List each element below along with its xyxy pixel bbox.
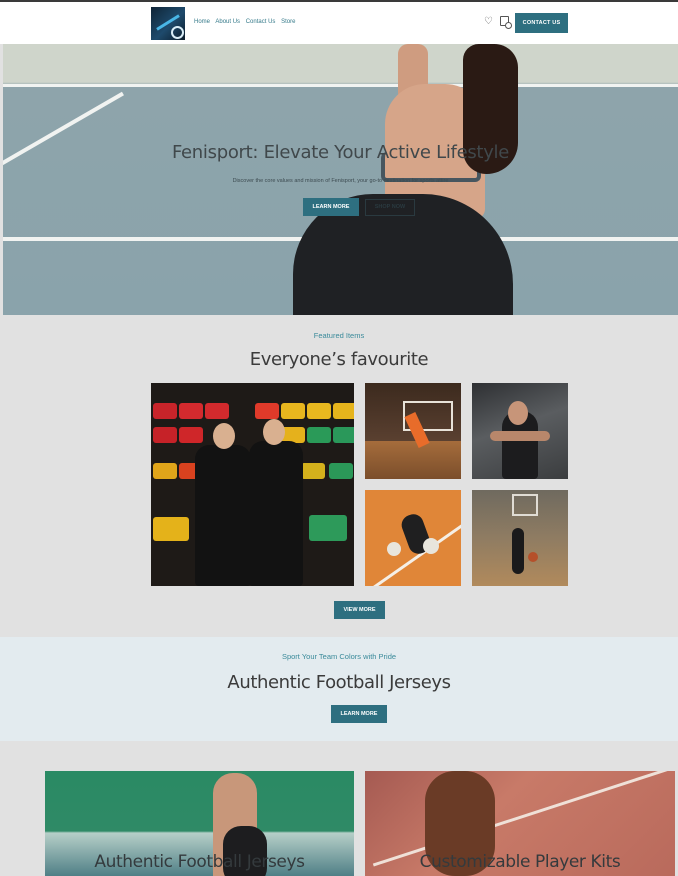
card-title: Authentic Football Jerseys: [94, 852, 305, 872]
main-nav: Home About Us Contact Us Store: [194, 19, 299, 25]
seat: [309, 515, 347, 541]
photo-ball: [387, 542, 401, 556]
hero-shop-now-button[interactable]: SHOP NOW: [365, 199, 415, 216]
photo-face: [263, 419, 285, 445]
photo-person: [195, 445, 251, 586]
seat: [333, 403, 354, 419]
seat: [329, 463, 353, 479]
nav-contact-us[interactable]: Contact Us: [246, 19, 276, 25]
seat: [301, 463, 325, 479]
seat: [153, 427, 177, 443]
cart-badge-icon: [505, 22, 512, 29]
photo-ball: [423, 538, 439, 554]
nav-about-us[interactable]: About Us: [215, 19, 240, 25]
nav-store[interactable]: Store: [281, 19, 295, 25]
featured-section: Featured Items Everyone’s favourite VIEW…: [0, 315, 678, 637]
photo-hoop: [512, 494, 538, 516]
featured-photo-stadium-seats[interactable]: [151, 383, 354, 586]
seat: [255, 403, 279, 419]
nav-home[interactable]: Home: [194, 19, 210, 25]
featured-title: Everyone’s favourite: [249, 349, 429, 370]
featured-photo-basketball-player[interactable]: [472, 490, 568, 586]
site-header: Home About Us Contact Us Store ♡ CONTACT…: [0, 2, 678, 44]
photo-person: [249, 441, 303, 586]
seat: [281, 403, 305, 419]
jerseys-learn-more-button[interactable]: LEARN MORE: [331, 705, 387, 723]
view-more-button[interactable]: VIEW MORE: [334, 601, 385, 619]
site-logo[interactable]: [151, 7, 185, 40]
photo-player: [512, 528, 524, 574]
hero-title: Fenisport: Elevate Your Active Lifestyle: [171, 142, 510, 163]
jerseys-section: Sport Your Team Colors with Pride Authen…: [0, 637, 678, 741]
featured-photo-gym-woman[interactable]: [472, 383, 568, 479]
featured-photo-indoor-soccer[interactable]: [365, 383, 461, 479]
photo-arms: [490, 431, 550, 441]
featured-kicker: Featured Items: [313, 331, 365, 340]
card-authentic-jerseys[interactable]: Authentic Football Jerseys: [45, 771, 354, 876]
photo-ball: [528, 552, 538, 562]
seat: [179, 427, 203, 443]
heart-icon[interactable]: ♡: [484, 16, 493, 27]
jerseys-kicker: Sport Your Team Colors with Pride: [281, 652, 397, 661]
photo-face: [213, 423, 235, 449]
seat: [153, 463, 177, 479]
seat: [153, 517, 189, 541]
seat: [307, 403, 331, 419]
jerseys-title: Authentic Football Jerseys: [227, 672, 451, 693]
hero-learn-more-button[interactable]: LEARN MORE: [303, 198, 359, 216]
seat: [333, 427, 354, 443]
card-player-kits[interactable]: Customizable Player Kits: [365, 771, 675, 876]
seat: [205, 403, 229, 419]
photo-face: [508, 401, 528, 425]
product-cards-section: Authentic Football Jerseys Customizable …: [0, 741, 678, 876]
seat: [307, 427, 331, 443]
seat: [179, 403, 203, 419]
contact-us-button[interactable]: CONTACT US: [515, 13, 568, 33]
court-line: [3, 84, 678, 87]
card-title: Customizable Player Kits: [419, 852, 621, 872]
hero-banner: Fenisport: Elevate Your Active Lifestyle…: [3, 44, 678, 315]
featured-photo-basketball-court[interactable]: [365, 490, 461, 586]
hero-subtitle: Discover the core values and mission of …: [232, 178, 449, 184]
seat: [153, 403, 177, 419]
